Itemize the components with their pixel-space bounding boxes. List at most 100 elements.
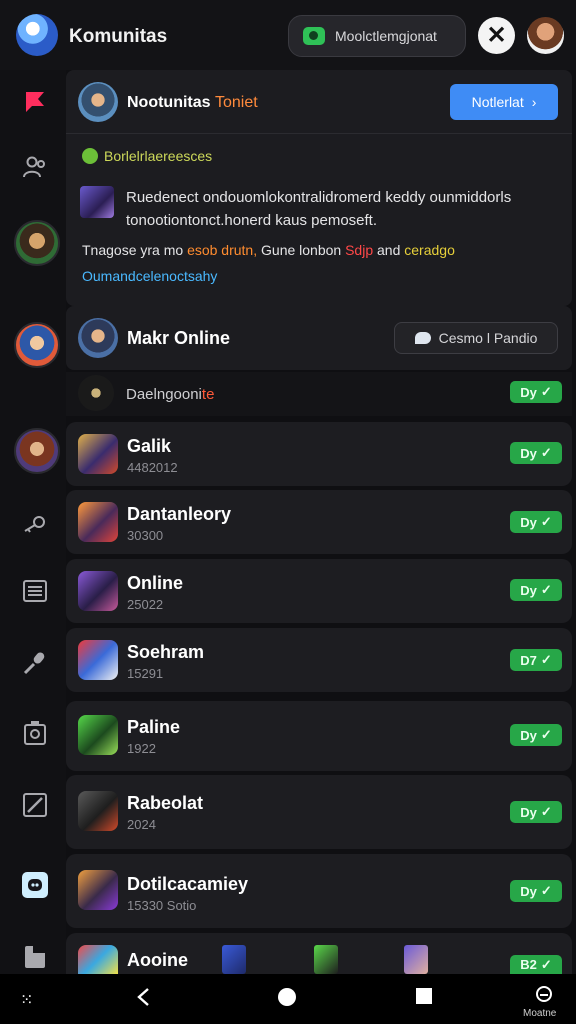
join-button-label: Dy [520, 883, 537, 899]
join-button[interactable]: D7 ✓ [510, 649, 562, 671]
chevron-right-icon: › [531, 94, 537, 110]
mic-icon[interactable] [22, 650, 48, 676]
notification-detail-line: Tnagose yra mo esob drutn, Gune lonbon S… [82, 242, 455, 258]
join-button[interactable]: Dy ✓ [510, 724, 562, 746]
home-icon[interactable] [277, 987, 297, 1013]
list-item-thumbnail [78, 640, 118, 680]
list-item[interactable]: Galik 4482012 Dy ✓ [66, 422, 572, 486]
message-thumbnail [80, 186, 114, 218]
discord-icon[interactable] [22, 872, 48, 898]
list-item-count: 4482012 [127, 460, 178, 475]
check-icon: ✓ [540, 804, 552, 819]
list-item[interactable]: Daelngoonite Dy ✓ [66, 372, 572, 416]
online-avatar [78, 318, 118, 358]
status-pill-label: Moolctlemgjonat [335, 28, 437, 44]
key-icon[interactable] [22, 512, 48, 538]
join-button[interactable]: Dy ✓ [510, 442, 562, 464]
list-item-title: Soehram [127, 642, 205, 662]
nav-label: Moatne [523, 1008, 557, 1019]
notification-header: Nootunitas Toniet Notlerlat › [66, 70, 572, 134]
x-close-icon[interactable]: ✕ [478, 17, 515, 54]
join-button[interactable]: Dy ✓ [510, 381, 562, 403]
join-button-label: Dy [520, 804, 537, 820]
detail-text: Tnagose yra mo [82, 242, 184, 258]
check-icon: ✓ [540, 652, 552, 667]
server-avatar[interactable] [14, 220, 60, 266]
list-item-thumbnail [78, 870, 118, 910]
detail-text-highlight: ceradgo [404, 242, 455, 258]
online-section-button[interactable]: Cesmo l Pandio [394, 322, 558, 354]
list-item-title: Aooine [127, 950, 188, 970]
list-item[interactable]: Soehram 15291 D7 ✓ [66, 628, 572, 692]
list-item-preview [222, 945, 246, 974]
join-button[interactable]: Dy ✓ [510, 880, 562, 902]
list-item[interactable]: Dantanleory 30300 Dy ✓ [66, 490, 572, 554]
list-item[interactable]: Aooine B2 ✓ [66, 933, 572, 974]
list-item-count: 25022 [127, 597, 164, 612]
join-button[interactable]: B2 ✓ [510, 955, 562, 974]
list-item-title: Paline [127, 717, 181, 737]
check-icon: ✓ [540, 384, 552, 399]
app-title: Komunitas [69, 26, 168, 47]
list-item-count: 15330 Sotio [127, 898, 196, 913]
list-item-title: Dantanleory [127, 504, 232, 524]
detail-text-highlight: esob drutn, [187, 242, 258, 258]
notification-body-line: Ruedenect ondouomlokontralidromerd keddy… [126, 189, 512, 206]
list-item-thumbnail [78, 571, 118, 611]
detail-text-highlight: Sdjp [345, 242, 374, 258]
join-button-label: D7 [520, 652, 537, 668]
back-icon[interactable] [136, 987, 150, 1013]
notification-button[interactable]: Notlerlat › [450, 84, 558, 120]
list-item[interactable]: Rabeolat 2024 Dy ✓ [66, 775, 572, 849]
join-button-label: B2 [520, 957, 537, 972]
list-item-count: 30300 [127, 528, 164, 543]
status-pill[interactable]: Moolctlemgjonat [288, 15, 466, 57]
list-item-count: 2024 [127, 817, 156, 832]
list-item-title: Galik [127, 436, 172, 456]
square-icon[interactable] [415, 987, 433, 1011]
status-dot-icon [82, 148, 98, 164]
list-item-thumbnail [78, 434, 118, 474]
assistant-icon[interactable] [534, 984, 554, 1010]
online-section-header: Makr Online Cesmo l Pandio [66, 306, 572, 370]
list-item-count-extra: Sotio [166, 898, 197, 913]
notification-card: Nootunitas Toniet Notlerlat › Borlelrlae… [66, 70, 572, 306]
list-item-thumbnail [78, 791, 118, 831]
edit-icon[interactable] [22, 792, 48, 818]
server-avatar[interactable] [14, 322, 60, 368]
check-icon: ✓ [540, 956, 552, 972]
join-button[interactable]: Dy ✓ [510, 801, 562, 823]
app-logo[interactable] [16, 14, 58, 56]
list-item[interactable]: Dotilcacamiey 15330 Sotio Dy ✓ [66, 854, 572, 928]
list-icon[interactable] [22, 578, 48, 604]
grid-icon[interactable]: ⁙ [20, 990, 33, 1010]
note-icon[interactable] [22, 944, 48, 970]
notification-avatar [78, 82, 118, 122]
list-item-thumbnail [78, 945, 118, 974]
notification-subtitle-text: Borlelrlaereesces [104, 148, 213, 164]
notification-link[interactable]: Oumandcelenoctsahy [82, 268, 217, 284]
join-button[interactable]: Dy ✓ [510, 579, 562, 601]
system-nav-bar: ⁙ [0, 974, 576, 1024]
list-item[interactable]: Paline 1922 Dy ✓ [66, 701, 572, 771]
list-item-label-main: Daelngooni [126, 386, 202, 403]
list-item-title: Rabeolat [127, 793, 204, 813]
join-button[interactable]: Dy ✓ [510, 511, 562, 533]
list-item-avatar [78, 375, 114, 411]
flag-icon[interactable] [22, 88, 48, 114]
server-avatar[interactable] [14, 428, 60, 474]
users-icon[interactable] [22, 154, 48, 180]
list-item-label-accent: te [201, 386, 215, 403]
list-item-preview [314, 945, 338, 974]
list-item-thumbnail [78, 502, 118, 542]
join-button-label: Dy [520, 445, 537, 461]
list-item[interactable]: Online 25022 Dy ✓ [66, 559, 572, 623]
chat-bubble-icon [303, 27, 325, 45]
notification-title: Nootunitas Toniet [127, 94, 258, 112]
camera-icon[interactable] [22, 720, 48, 746]
sidebar [0, 70, 66, 974]
profile-avatar[interactable] [527, 17, 564, 54]
list-item-title: Dotilcacamiey [127, 874, 249, 894]
list-item-count: 15291 [127, 666, 164, 681]
online-section-button-label: Cesmo l Pandio [438, 330, 538, 346]
